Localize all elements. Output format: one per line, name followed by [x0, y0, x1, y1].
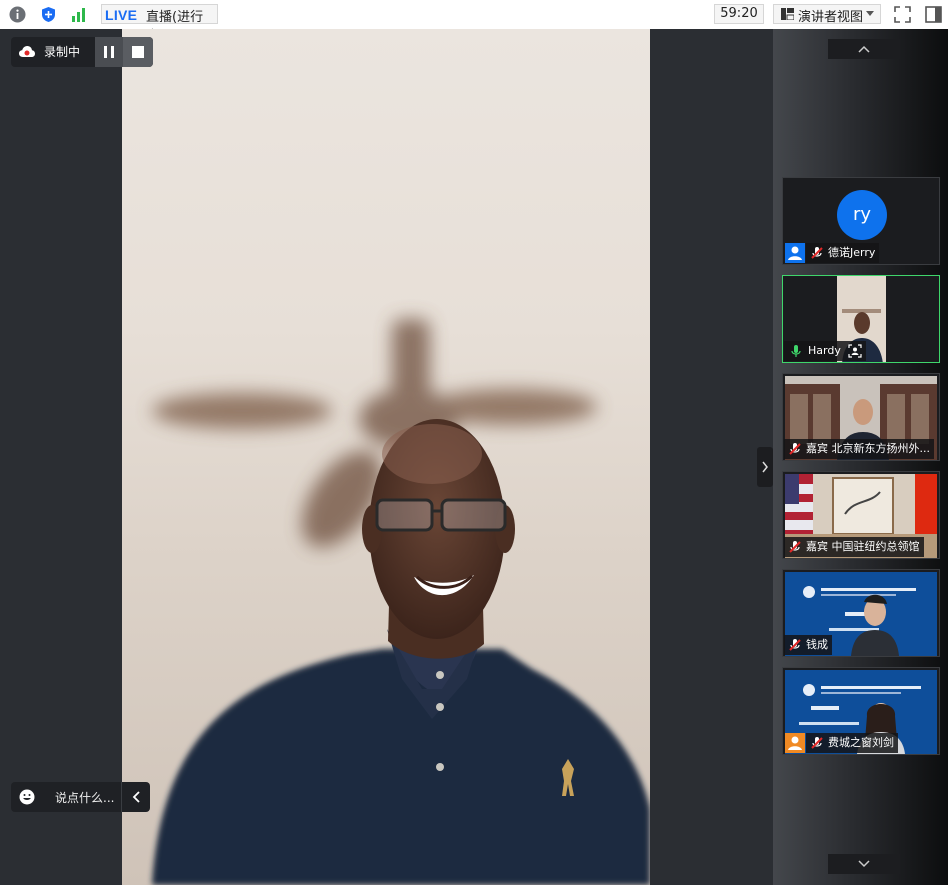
chat-input[interactable]: 说点什么... [11, 782, 150, 812]
mic-muted-icon [811, 737, 823, 749]
participant-tile[interactable]: 嘉宾 北京新东方扬州外... [782, 373, 940, 461]
mic-on-icon [791, 345, 801, 357]
cloud-recording-icon [19, 46, 35, 57]
chevron-left-icon [132, 791, 140, 803]
pause-recording-button[interactable] [95, 37, 123, 67]
participant-label: 钱成 [784, 635, 832, 655]
recording-label: 录制中 [44, 45, 81, 59]
participant-name-chip: 德诺Jerry [806, 243, 880, 263]
chat-collapse-button[interactable] [121, 782, 150, 812]
live-label: LIVE [105, 7, 138, 23]
participant-name: 嘉宾 中国驻纽约总领馆 [806, 540, 920, 553]
participant-label: 费城之窗刘剑 [784, 733, 898, 753]
top-toolbar: LIVE 直播(进行中) 59:20 演讲者视图 [0, 0, 948, 44]
avatar: ry [837, 190, 887, 240]
view-mode-button[interactable]: 演讲者视图 [773, 4, 881, 25]
emoji-icon[interactable] [19, 789, 35, 805]
gallery-scroll-up-button[interactable] [828, 39, 900, 59]
user-icon [785, 733, 805, 753]
info-icon[interactable] [9, 6, 26, 23]
speaker-video-frame [152, 319, 650, 885]
participant-name: 钱成 [806, 638, 828, 651]
spotlight-icon [848, 344, 862, 358]
participant-tile[interactable]: ry 德诺Jerry [782, 177, 940, 265]
signal-icon[interactable] [71, 6, 88, 23]
chat-placeholder: 说点什么... [55, 791, 115, 805]
participant-gallery: ry 德诺Jerry Hardy 嘉宾 北京新东方扬州外... 嘉宾 中国驻纽约… [773, 29, 948, 885]
mic-muted-icon [789, 443, 801, 455]
chevron-up-icon [858, 45, 870, 53]
participant-tile[interactable]: 费城之窗刘剑 [782, 667, 940, 755]
mic-muted-icon [789, 639, 801, 651]
meeting-timer: 59:20 [714, 4, 764, 24]
view-mode-label: 演讲者视图 [798, 10, 864, 25]
main-speaker-area: 录制中 说点什么... [0, 29, 773, 885]
mic-muted-icon [789, 541, 801, 553]
participant-tile[interactable]: 钱成 [782, 569, 940, 657]
participant-name: 德诺Jerry [828, 246, 876, 259]
sidebar-toggle-icon[interactable] [925, 6, 942, 23]
participant-label: 嘉宾 中国驻纽约总领馆 [784, 537, 924, 557]
gallery-collapse-handle[interactable] [757, 447, 773, 487]
stop-recording-button[interactable] [123, 37, 153, 67]
participant-name: 嘉宾 北京新东方扬州外... [806, 442, 930, 455]
user-icon [785, 243, 805, 263]
speaker-video [122, 29, 650, 885]
chevron-down-icon [858, 860, 870, 868]
recording-indicator: 录制中 [11, 37, 153, 67]
speaker-view-icon [781, 8, 794, 20]
participant-name: 费城之窗刘剑 [828, 736, 894, 749]
fullscreen-icon[interactable] [894, 6, 911, 23]
chevron-down-icon [866, 11, 874, 16]
pause-icon [104, 46, 114, 58]
chevron-right-icon [762, 461, 768, 473]
participant-tile[interactable]: 嘉宾 中国驻纽约总领馆 [782, 471, 940, 559]
participant-name: Hardy [808, 344, 841, 357]
mic-muted-icon [811, 247, 823, 259]
stop-icon [132, 46, 144, 58]
live-status-chip[interactable]: LIVE 直播(进行中) [101, 4, 218, 44]
speaker-body [152, 649, 650, 885]
participant-label: 德诺Jerry [784, 243, 880, 263]
participant-name-chip: 费城之窗刘剑 [806, 733, 898, 753]
gallery-scroll-down-button[interactable] [828, 854, 900, 874]
participant-label: Hardy [784, 341, 867, 361]
participant-label: 嘉宾 北京新东方扬州外... [784, 439, 934, 459]
shield-icon[interactable] [40, 6, 57, 23]
participant-tile-active[interactable]: Hardy [782, 275, 940, 363]
